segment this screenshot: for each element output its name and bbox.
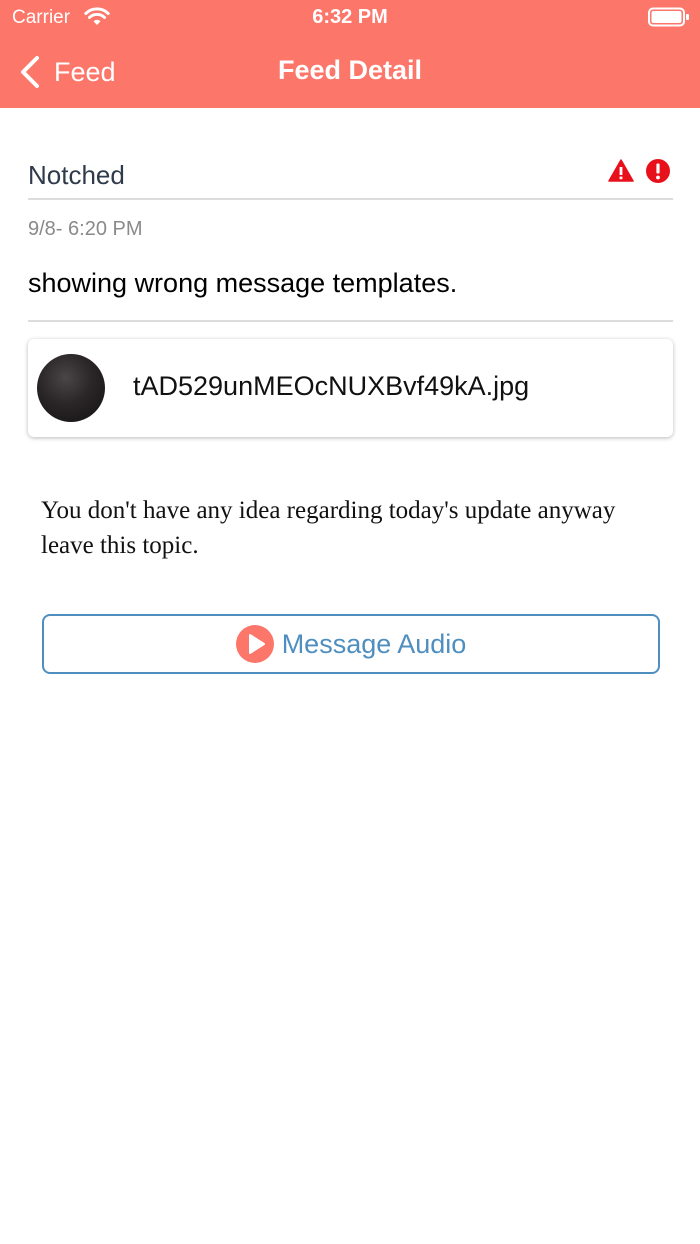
- page-title: Feed Detail: [277, 55, 423, 85]
- status-time: 6:32 PM: [312, 6, 388, 28]
- exclamation-circle-icon: [646, 159, 670, 183]
- attachment-card[interactable]: tAD529unMEOcNUXBvf49kA.jpg: [28, 339, 673, 437]
- feed-subject: showing wrong message templates.: [28, 268, 458, 298]
- warning-triangle-icon: [608, 159, 634, 182]
- message-audio-label: Message Audio: [281, 628, 467, 659]
- attachment-filename: tAD529unMEOcNUXBvf49kA.jpg: [133, 371, 530, 401]
- status-bar: Carrier 6:32 PM: [0, 0, 700, 36]
- nav-bar: Feed Feed Detail: [0, 36, 700, 108]
- attachment-thumbnail: [37, 354, 105, 422]
- feed-subject-row: showing wrong message templates.: [28, 262, 673, 322]
- message-audio-button[interactable]: Message Audio: [42, 614, 660, 674]
- feed-date: 9/8- 6:20 PM: [28, 218, 143, 240]
- header: Carrier 6:32 PM Feed Feed Detail: [0, 0, 700, 108]
- play-circle-icon: [235, 625, 274, 663]
- feed-title: Notched: [28, 160, 125, 190]
- battery-icon: [648, 7, 689, 27]
- message-body: You don't have any idea regarding today'…: [41, 497, 616, 559]
- feed-title-row: Notched: [28, 156, 673, 200]
